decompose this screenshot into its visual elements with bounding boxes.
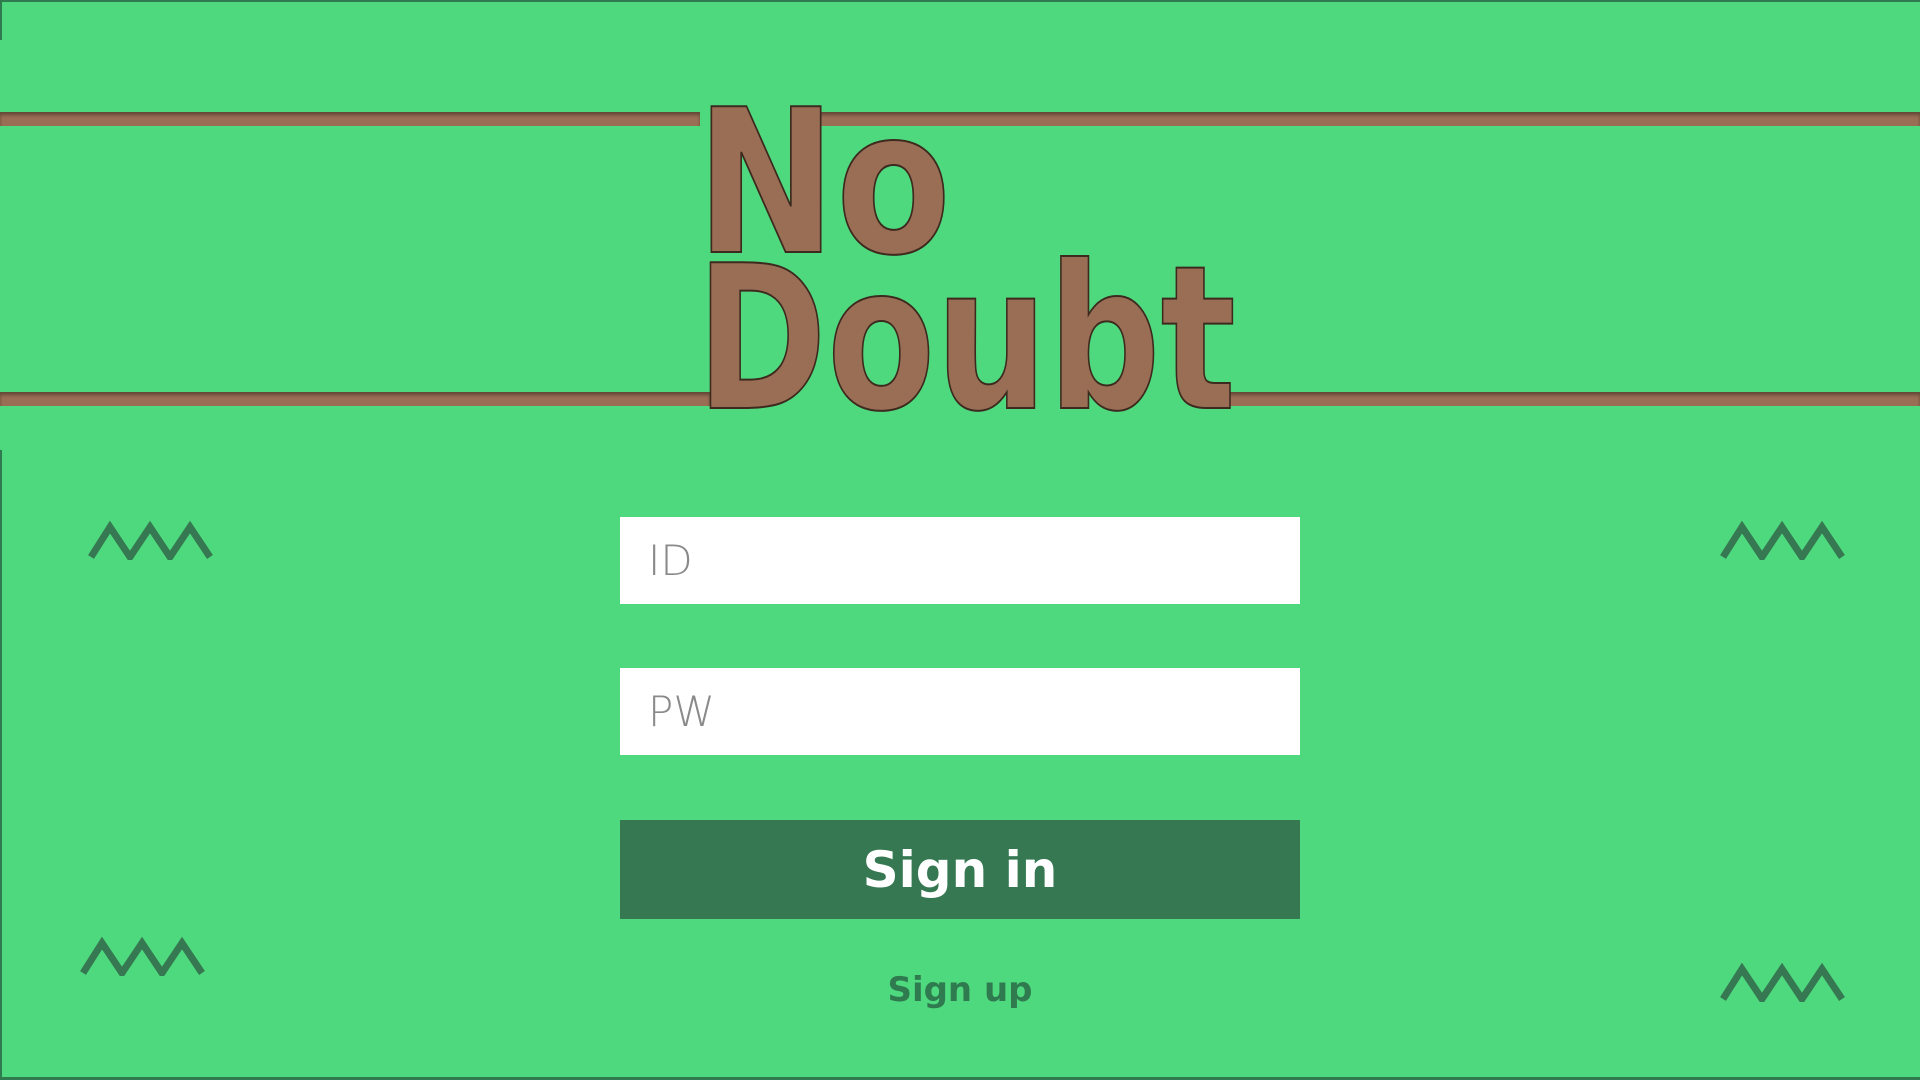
sign-up-link[interactable]: Sign up (860, 970, 1060, 1010)
frame-left-line-bottom (0, 450, 2, 1080)
zigzag-icon (1720, 962, 1845, 1002)
sign-in-button[interactable]: Sign in (620, 820, 1300, 919)
brand-logo: No Doubt (695, 66, 1237, 440)
id-input[interactable] (620, 517, 1300, 604)
zigzag-icon (1720, 520, 1845, 560)
password-input[interactable] (620, 668, 1300, 755)
brand-logo-line2: Doubt (696, 223, 1236, 440)
zigzag-icon (88, 520, 213, 560)
zigzag-icon (80, 936, 205, 976)
